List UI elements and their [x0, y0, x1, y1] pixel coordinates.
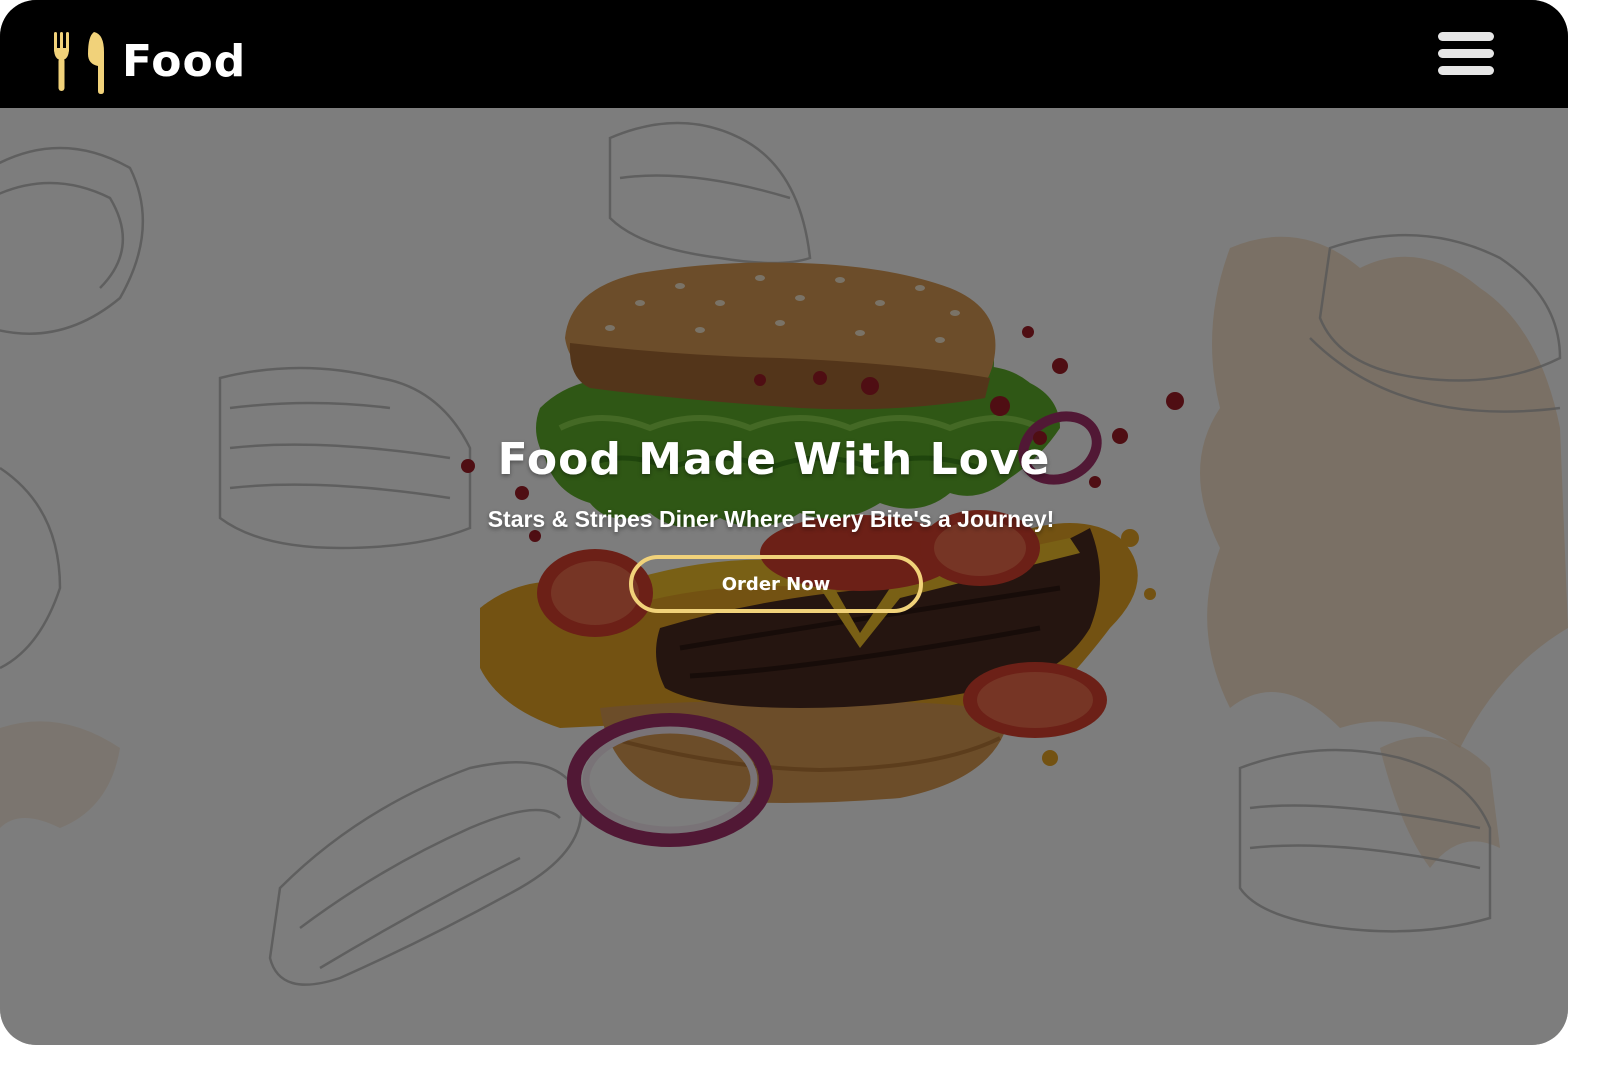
- brand-logo[interactable]: Food: [50, 30, 246, 94]
- hero-section: Food Made With Love Stars & Stripes Dine…: [0, 108, 1568, 1045]
- fork-knife-icon: [54, 32, 104, 94]
- hamburger-menu-icon[interactable]: [1436, 30, 1496, 76]
- hero-title: Food Made With Love: [497, 434, 1051, 485]
- order-now-button[interactable]: Order Now: [629, 555, 923, 613]
- brand-name: Food: [122, 36, 247, 87]
- hero-subtitle: Stars & Stripes Diner Where Every Bite's…: [487, 506, 1055, 532]
- navbar: Food: [0, 0, 1568, 108]
- browser-window: Food Food Made With Love Stars & Stripes…: [0, 0, 1568, 1045]
